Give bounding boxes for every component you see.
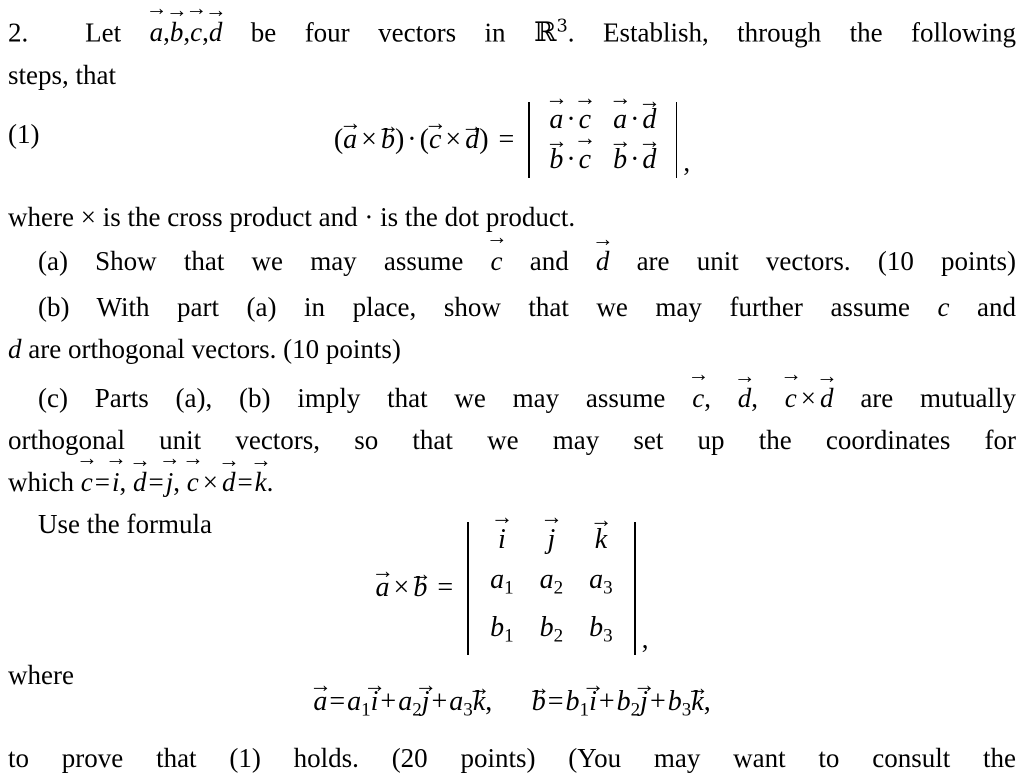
problem-number: 2. bbox=[8, 17, 29, 48]
part-a: (a) Show that we may assume → c and → d ar… bbox=[8, 224, 1017, 282]
note-text-cross: is the cross product and bbox=[102, 202, 358, 232]
cross-dot-note: where × is the cross product and · is th… bbox=[8, 196, 1016, 238]
determinant-cell: a1 bbox=[490, 564, 514, 599]
determinant-row: → a · → c → a · → d bbox=[538, 85, 667, 140]
determinant-row: b1 b2 b3 bbox=[477, 608, 626, 656]
part-a-vector-c: → c bbox=[485, 224, 508, 276]
part-b-text-3: are orthogonal vectors. bbox=[28, 334, 277, 364]
real-space-exponent: 3 bbox=[556, 16, 568, 37]
determinant-cell: b1 bbox=[490, 612, 514, 647]
determinant-cell: → j bbox=[540, 504, 563, 555]
intro-line-2: steps, that bbox=[8, 60, 116, 91]
part-c: (c) Parts (a), (b) imply that we may ass… bbox=[8, 361, 1017, 503]
closing-text: to prove that (1) holds. (20 points) (Yo… bbox=[8, 743, 1016, 773]
equation-2: → a × → b = → i → j → k a1 a2 a3 b1 b2 b… bbox=[0, 504, 1024, 657]
equation-1-equals: = bbox=[498, 124, 515, 155]
part-b-text-2: and bbox=[977, 292, 1016, 322]
equation-3: → a=a1 → i+a2 → j+a3 → k, → b=b1 → i+b2 → j+b3 → k, bbox=[0, 672, 1024, 721]
equation-2-lhs: → a × → b bbox=[371, 558, 432, 604]
closing-line: to prove that (1) holds. (20 points) (Yo… bbox=[8, 737, 1016, 779]
equation-1-trailing-comma: , bbox=[683, 147, 691, 177]
part-a-text-3: are unit vectors. bbox=[636, 246, 851, 276]
cross-dot-note-line: where × is the cross product and · is th… bbox=[8, 196, 1016, 238]
problem-statement-intro: 2. Let → a, → b, → c, → d be four vectors in ℝ3… bbox=[8, 0, 1017, 96]
equation-3-a-expansion: → a=a1 → i+a2 → j+a3 → k, bbox=[309, 672, 493, 721]
determinant-row: → b · → c → b · → d bbox=[538, 125, 667, 180]
part-b-text-1: With part (a) in place, show that we may… bbox=[96, 292, 910, 322]
part-a-text-1: Show that we may assume bbox=[95, 246, 464, 276]
equation-1: (→ a × → b) ·(→ c × → d) = → a · → c → a · → d → b · → c → b · →… bbox=[0, 85, 1024, 180]
part-c-label: (c) bbox=[38, 383, 68, 413]
part-b-line-1: (b) With part (a) in place, show that we… bbox=[8, 286, 1016, 328]
determinant-row: a1 a2 a3 bbox=[477, 560, 626, 608]
equation-2-trailing-comma: , bbox=[641, 623, 649, 654]
part-c-equation-c-equals-i: → c= → i, bbox=[76, 445, 127, 497]
determinant-cell: → b · → c bbox=[545, 125, 596, 175]
part-c-cross-product: → c × → d bbox=[780, 361, 838, 413]
part-c-text-which: which bbox=[8, 467, 74, 497]
cross-symbol: × bbox=[80, 202, 96, 232]
part-c-line-1: (c) Parts (a), (b) imply that we may ass… bbox=[8, 361, 1017, 419]
note-text-dot: is the dot product. bbox=[380, 202, 576, 232]
intro-line-1: 2. Let → a, → b, → c, → d be four vectors in ℝ3… bbox=[8, 0, 1017, 54]
part-a-points: (10 points) bbox=[877, 246, 1017, 276]
part-c-line-2: orthogonal unit vectors, so that we may … bbox=[8, 425, 1016, 455]
part-c-equation-d-equals-j: → d= → j, bbox=[129, 445, 181, 497]
part-a-line-1: (a) Show that we may assume → c and → d ar… bbox=[8, 224, 1017, 282]
part-c-equation-cross-equals-k: → c × → d= → k. bbox=[182, 445, 274, 497]
determinant-cell: → k bbox=[589, 506, 612, 555]
real-space-symbol: ℝ3 bbox=[534, 16, 568, 49]
equation-2-equals: = bbox=[437, 572, 454, 604]
determinant-cell: → a · → c bbox=[545, 85, 596, 135]
part-b-label: (b) bbox=[38, 292, 70, 322]
part-c-text-1: Parts (a), (b) imply that we may assume bbox=[94, 383, 666, 413]
part-c-line-3: which → c= → i, → d= → j, → c × → d= → k. bbox=[8, 445, 1016, 503]
part-a-vector-d: → d bbox=[592, 227, 614, 276]
determinant-cell: b2 bbox=[539, 612, 564, 647]
equation-2-determinant: → i → j → k a1 a2 a3 b1 b2 b3 bbox=[465, 504, 638, 657]
determinant-row: → i → j → k bbox=[477, 504, 626, 560]
part-c-text-2: are mutually bbox=[860, 383, 1017, 413]
note-text-where: where bbox=[8, 202, 74, 232]
part-b: (b) With part (a) in place, show that we… bbox=[8, 286, 1016, 370]
part-c-vector-d: → d, bbox=[733, 364, 758, 413]
intro-text-establish: . Establish, through the following bbox=[567, 17, 1017, 48]
part-b-var-c: c bbox=[937, 292, 950, 322]
intro-vector-list: → a, → b, → c, → d bbox=[145, 0, 227, 48]
determinant-cell: → a · → d bbox=[609, 85, 661, 135]
document-page: 2. Let → a, → b, → c, → d be four vectors in ℝ3… bbox=[0, 0, 1024, 781]
part-a-text-2: and bbox=[529, 246, 569, 276]
part-c-vector-c: → c, bbox=[687, 361, 711, 413]
dot-symbol: · bbox=[364, 202, 374, 232]
part-b-var-d: d bbox=[8, 334, 22, 364]
part-a-label: (a) bbox=[38, 246, 68, 276]
equation-1-determinant: → a · → c → a · → d → b · → c → b · → d bbox=[526, 85, 679, 180]
determinant-cell: → i bbox=[490, 504, 513, 555]
intro-text-let: Let bbox=[85, 17, 122, 48]
part-b-points: (10 points) bbox=[283, 334, 401, 364]
determinant-cell: → b · → d bbox=[609, 127, 661, 175]
equation-1-lhs: (→ a × → b) ·(→ c × → d) bbox=[333, 110, 489, 155]
determinant-cell: a3 bbox=[589, 564, 613, 599]
determinant-cell: a2 bbox=[539, 564, 564, 599]
part-b-line-2: d are orthogonal vectors. (10 points) bbox=[8, 328, 1016, 370]
equation-3-b-expansion: → b=b1 → i+b2 → j+b3 → k, bbox=[527, 672, 711, 721]
intro-text-four-vectors: be four vectors in bbox=[250, 17, 506, 48]
determinant-cell: b3 bbox=[589, 612, 613, 647]
